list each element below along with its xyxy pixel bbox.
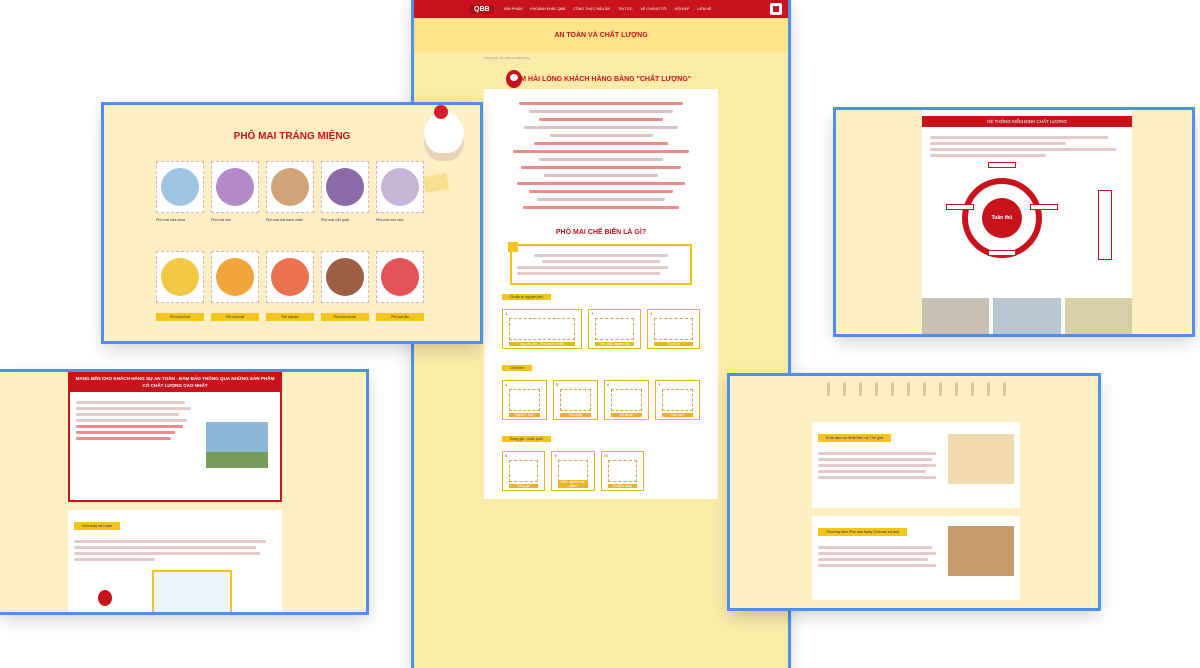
product-button[interactable]: Phô mai chuối bbox=[156, 313, 204, 321]
factory-interior-photo bbox=[152, 570, 232, 612]
dessert-catalog-screenshot: PHÔ MAI TRÁNG MIỆNG Phô mai sữa chua Phô … bbox=[104, 105, 480, 341]
product-caption: Phô mai nho sữa bbox=[376, 218, 404, 222]
brand-logo[interactable]: QBB bbox=[470, 4, 494, 14]
step-card: 4 Nghiền - trộn bbox=[502, 380, 547, 420]
hero-banner: AN TOÀN VÀ CHẤT LƯỢNG bbox=[414, 18, 788, 52]
definition-note bbox=[508, 242, 692, 285]
cheese-illustration bbox=[422, 173, 450, 193]
product-card[interactable]: Phô mai nho sữa bbox=[376, 161, 424, 222]
baby-cheese-photo bbox=[948, 526, 1014, 576]
quality-cycle-diagram: Tuân thủ bbox=[946, 162, 1058, 268]
stage-tag-packaging: Đóng gói - nhận phối bbox=[502, 436, 551, 442]
product-caption: Phô mai sữa chua bbox=[156, 218, 186, 222]
world-panel: Khởi đầu tại Nhật Bản và Thế giới Thương… bbox=[810, 376, 1022, 608]
product-image[interactable] bbox=[266, 251, 314, 303]
factory-photos bbox=[922, 298, 1132, 334]
product-image[interactable] bbox=[211, 161, 259, 213]
step-card: 1 Nguyên liệu - Phô mai tự nhiên bbox=[502, 309, 583, 349]
product-button[interactable]: Phô mai dâu bbox=[376, 313, 424, 321]
product-caption: Phô mai việt quất bbox=[321, 218, 349, 222]
quality-panel: HỆ THỐNG KIỂM ĐỊNH CHẤT LƯỢNG Tuân thủ bbox=[922, 110, 1132, 334]
nav-item-news[interactable]: TIN TỨC bbox=[618, 7, 633, 11]
nav-item-recipes[interactable]: CÔNG THỨC NẤU ĂN bbox=[573, 7, 610, 11]
safety-panel: MANG ĐẾN CHO KHÁCH HÀNG SỰ AN TOÀN - ĐẢM… bbox=[68, 372, 282, 612]
prep-steps: 1 Nguyên liệu - Phô mai tự nhiên 2 Tiếp nh… bbox=[498, 303, 704, 349]
safety-page-screenshot: MANG ĐẾN CHO KHÁCH HÀNG SỰ AN TOÀN - ĐẢM… bbox=[0, 372, 366, 612]
product-button[interactable]: Phô mai socola bbox=[321, 313, 369, 321]
breadcrumb[interactable]: Trang chủ › An toàn và chất lượng bbox=[414, 52, 788, 64]
product-caption: Phô mai hạt hạnh nhân bbox=[266, 218, 304, 222]
mascot-icon bbox=[98, 590, 112, 606]
nav-item-faq[interactable]: HỎI ĐÁP bbox=[675, 7, 690, 11]
quality-system-screenshot: HỆ THỐNG KIỂM ĐỊNH CHẤT LƯỢNG Tuân thủ bbox=[836, 110, 1192, 334]
collage: QBB SẢN PHẨM KHOẢNH KHẮC QBB CÔNG THỨC N… bbox=[0, 0, 1200, 668]
step-card: 9 Kiểm nghiệm sản phẩm bbox=[551, 451, 595, 491]
product-image[interactable] bbox=[156, 161, 204, 213]
step-card: 2 Tiếp nhận nguyên liệu bbox=[588, 309, 642, 349]
product-image[interactable] bbox=[376, 161, 424, 213]
top-nav: QBB SẢN PHẨM KHOẢNH KHẮC QBB CÔNG THỨC N… bbox=[414, 0, 788, 18]
safety-intro bbox=[68, 392, 282, 502]
nav-item-about[interactable]: VỀ CHÚNG TÔI bbox=[641, 7, 667, 11]
product-image[interactable] bbox=[321, 161, 369, 213]
cycle-hub: Tuân thủ bbox=[982, 198, 1022, 238]
history-tag: Nhà máy tại Kobe bbox=[74, 522, 121, 530]
origin-tag: Khởi đầu tại Nhật Bản và Thế giới bbox=[818, 434, 892, 442]
packaging-steps: 8 Đóng gói 9 Kiểm nghiệm sản phẩm 10 Chuyển… bbox=[498, 445, 704, 491]
product-card[interactable]: Phô mai việt quất bbox=[321, 161, 369, 222]
product-button[interactable]: Phô mai xoài bbox=[211, 313, 259, 321]
notebook-rings bbox=[810, 376, 1022, 396]
nav-item-contact[interactable]: LIÊN HỆ bbox=[697, 7, 711, 11]
nav-item-moments[interactable]: KHOẢNH KHẮC QBB bbox=[530, 7, 565, 11]
product-button[interactable]: Phô mai táo bbox=[266, 313, 314, 321]
step-card: 8 Đóng gói bbox=[502, 451, 546, 491]
step-card: 5 Nấu chảy bbox=[553, 380, 598, 420]
safety-headline: MANG ĐẾN CHO KHÁCH HÀNG SỰ AN TOÀN - ĐẢM… bbox=[68, 372, 282, 392]
product-photo bbox=[948, 434, 1014, 484]
nav-item-products[interactable]: SẢN PHẨM bbox=[504, 7, 523, 11]
product-card[interactable]: Phô mai xoài bbox=[211, 251, 259, 321]
step-card: 10 Chuyển hàng bbox=[600, 451, 644, 491]
baby-cheese-tag: Thương hiệu Phô mai Baby Cheese số một bbox=[818, 528, 908, 536]
stage-tag-process: Chế biến bbox=[502, 365, 533, 371]
product-image[interactable] bbox=[321, 251, 369, 303]
baby-cheese-section: Thương hiệu Phô mai Baby Cheese số một bbox=[812, 516, 1020, 600]
product-image[interactable] bbox=[266, 161, 314, 213]
step-card: 6 Đổ khuôn bbox=[604, 380, 649, 420]
product-caption: Phô mai nho bbox=[211, 218, 232, 222]
product-card[interactable]: Phô mai nho bbox=[211, 161, 259, 222]
page-title: AN TOÀN VÀ CHẤT LƯỢNG bbox=[554, 31, 648, 39]
mascot-icon bbox=[506, 70, 522, 88]
processed-cheese-title: PHÔ MAI CHẾ BIẾN LÀ GÌ? bbox=[555, 229, 647, 236]
step-card: 3 Chuẩn bị bbox=[647, 309, 701, 349]
quality-title: HỆ THỐNG KIỂM ĐỊNH CHẤT LƯỢNG bbox=[922, 116, 1132, 127]
cake-illustration bbox=[424, 105, 464, 161]
product-card[interactable]: Phô mai táo bbox=[266, 251, 314, 321]
product-image[interactable] bbox=[376, 251, 424, 303]
world-page-screenshot: Khởi đầu tại Nhật Bản và Thế giới Thương… bbox=[730, 376, 1098, 608]
product-card[interactable]: Phô mai chuối bbox=[156, 251, 204, 321]
shop-icon[interactable] bbox=[770, 3, 782, 15]
product-card[interactable]: Phô mai dâu bbox=[376, 251, 424, 321]
factory-photo bbox=[206, 422, 268, 468]
product-image[interactable] bbox=[156, 251, 204, 303]
product-card[interactable]: Phô mai hạt hạnh nhân bbox=[266, 161, 314, 222]
step-card: 7 Làm lạnh bbox=[655, 380, 700, 420]
origin-section: Khởi đầu tại Nhật Bản và Thế giới bbox=[812, 422, 1020, 508]
history-section: Nhà máy tại Kobe bbox=[68, 510, 282, 612]
quality-text-card: PHÔ MAI CHẾ BIẾN LÀ GÌ? Chuẩn bị nguyên … bbox=[484, 89, 718, 499]
process-steps: 4 Nghiền - trộn 5 Nấu chảy 6 Đổ khuôn 7 Làm … bbox=[498, 374, 704, 420]
product-card[interactable]: Phô mai socola bbox=[321, 251, 369, 321]
satisfaction-title: LÀM HÀI LÒNG KHÁCH HÀNG BẰNG "CHẤT LƯỢNG… bbox=[510, 76, 692, 83]
product-card[interactable]: Phô mai sữa chua bbox=[156, 161, 204, 222]
stage-tag-prep: Chuẩn bị nguyên liệu bbox=[502, 294, 551, 300]
product-image[interactable] bbox=[211, 251, 259, 303]
